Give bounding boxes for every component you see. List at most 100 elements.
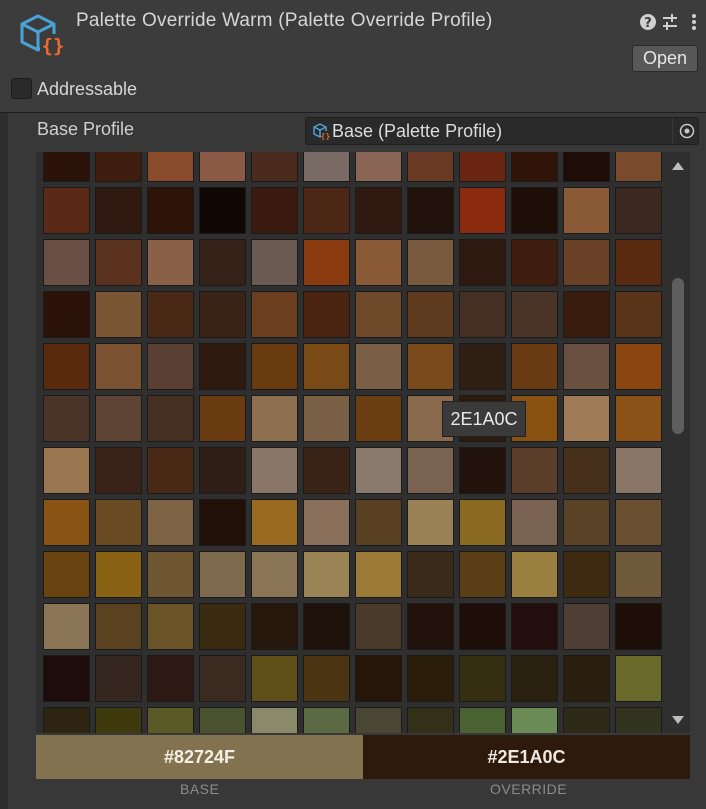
palette-swatch[interactable] [303,447,350,494]
palette-swatch[interactable] [355,291,402,338]
palette-swatch[interactable] [615,343,662,390]
palette-swatch[interactable] [459,707,506,733]
palette-swatch[interactable] [43,152,90,182]
palette-swatch[interactable] [199,343,246,390]
palette-swatch[interactable] [251,343,298,390]
base-profile-field[interactable]: {} Base (Palette Profile) [305,117,699,145]
palette-swatch[interactable] [95,343,142,390]
palette-swatch[interactable] [43,603,90,650]
palette-swatch[interactable] [615,707,662,733]
palette-swatch[interactable] [303,395,350,442]
palette-swatch[interactable] [563,343,610,390]
palette-swatch[interactable] [563,499,610,546]
palette-swatch[interactable] [563,187,610,234]
palette-swatch[interactable] [251,707,298,733]
palette-swatch[interactable] [563,707,610,733]
palette-swatch[interactable] [43,395,90,442]
palette-swatch[interactable] [355,655,402,702]
kebab-menu-icon[interactable] [684,12,704,32]
palette-swatch[interactable] [355,395,402,442]
palette-swatch[interactable] [563,655,610,702]
palette-swatch[interactable] [459,603,506,650]
palette-swatch[interactable] [615,655,662,702]
palette-swatch[interactable] [407,551,454,598]
palette-swatch[interactable] [355,447,402,494]
palette-swatch[interactable] [251,551,298,598]
palette-swatch[interactable] [563,152,610,182]
palette-swatch[interactable] [147,187,194,234]
palette-swatch[interactable] [147,239,194,286]
palette-swatch[interactable] [199,447,246,494]
palette-swatch[interactable] [147,707,194,733]
palette-swatch[interactable] [563,447,610,494]
palette-swatch[interactable] [563,603,610,650]
palette-swatch[interactable] [459,343,506,390]
palette-swatch[interactable] [147,291,194,338]
palette-swatch[interactable] [615,291,662,338]
palette-swatch[interactable] [147,152,194,182]
palette-swatch[interactable] [511,239,558,286]
palette-swatch[interactable] [147,447,194,494]
palette-swatch[interactable] [563,239,610,286]
palette-swatch[interactable] [511,447,558,494]
palette-swatch[interactable] [303,152,350,182]
palette-swatch[interactable] [303,551,350,598]
palette-swatch[interactable] [43,655,90,702]
palette-swatch[interactable] [199,187,246,234]
palette-swatch[interactable] [251,395,298,442]
palette-swatch[interactable] [355,187,402,234]
palette-swatch[interactable] [199,655,246,702]
palette-swatch[interactable] [43,707,90,733]
palette-swatch[interactable] [199,239,246,286]
palette-swatch[interactable] [43,343,90,390]
palette-swatch[interactable] [95,499,142,546]
palette-swatch[interactable] [43,187,90,234]
palette-swatch[interactable] [615,603,662,650]
palette-swatch[interactable] [355,152,402,182]
sliders-icon[interactable] [660,12,680,32]
palette-swatch[interactable] [511,707,558,733]
palette-swatch[interactable] [459,291,506,338]
palette-swatch[interactable] [303,707,350,733]
palette-swatch[interactable] [251,499,298,546]
palette-swatch[interactable] [251,187,298,234]
palette-swatch[interactable] [563,291,610,338]
palette-swatch[interactable] [251,239,298,286]
palette-swatch[interactable] [355,499,402,546]
palette-swatch[interactable] [95,447,142,494]
palette-swatch[interactable] [355,343,402,390]
palette-swatch[interactable] [407,603,454,650]
open-button[interactable]: Open [632,45,698,72]
palette-swatch[interactable] [511,603,558,650]
palette-swatch[interactable] [459,551,506,598]
palette-swatch[interactable] [303,603,350,650]
palette-swatch[interactable] [199,707,246,733]
palette-swatch[interactable] [615,187,662,234]
palette-grid-viewport[interactable] [36,152,690,733]
palette-swatch[interactable] [199,499,246,546]
palette-swatch[interactable] [407,499,454,546]
scroll-up-arrow-icon[interactable] [672,162,684,170]
palette-swatch[interactable] [147,603,194,650]
scroll-down-arrow-icon[interactable] [672,716,684,724]
palette-swatch[interactable] [511,499,558,546]
palette-swatch[interactable] [615,395,662,442]
palette-swatch[interactable] [147,551,194,598]
palette-swatch[interactable] [95,655,142,702]
palette-swatch[interactable] [407,343,454,390]
palette-swatch[interactable] [303,499,350,546]
palette-swatch[interactable] [615,152,662,182]
palette-swatch[interactable] [459,239,506,286]
palette-swatch[interactable] [407,291,454,338]
palette-swatch[interactable] [147,395,194,442]
palette-swatch[interactable] [43,291,90,338]
palette-swatch[interactable] [459,187,506,234]
palette-swatch[interactable] [563,395,610,442]
help-icon[interactable]: ? [638,12,658,32]
palette-swatch[interactable] [459,152,506,182]
palette-swatch[interactable] [511,343,558,390]
palette-swatch[interactable] [459,655,506,702]
palette-swatch[interactable] [43,447,90,494]
object-picker-icon[interactable] [678,122,696,140]
palette-swatch[interactable] [511,655,558,702]
